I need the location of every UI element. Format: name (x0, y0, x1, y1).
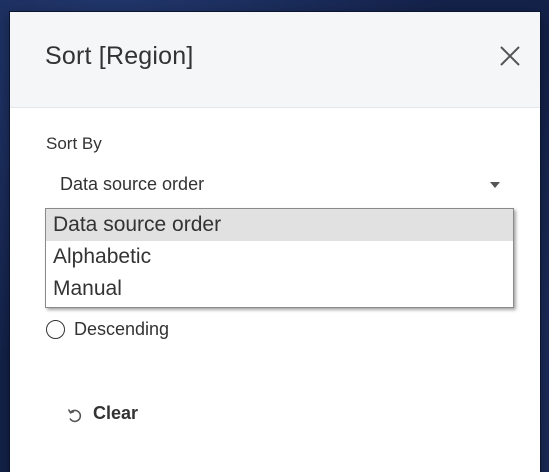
dialog-header: Sort [Region] (10, 12, 540, 108)
clear-label: Clear (93, 403, 139, 423)
caret-down-icon (490, 182, 500, 188)
option-alphabetic[interactable]: Alphabetic (46, 241, 513, 273)
sort-by-dropdown[interactable]: Data source order (46, 168, 512, 200)
option-manual[interactable]: Manual (46, 273, 513, 305)
sort-dialog: Sort [Region] Sort By Data source order … (10, 12, 540, 472)
option-data-source-order[interactable]: Data source order (46, 209, 513, 241)
sort-by-label: Sort By (46, 134, 102, 153)
descending-label: Descending (74, 319, 170, 339)
undo-icon (67, 409, 82, 423)
sort-by-selected-value: Data source order (60, 174, 205, 194)
sort-by-options-list: Data source order Alphabetic Manual (45, 208, 514, 308)
descending-radio[interactable] (46, 320, 65, 339)
close-icon[interactable] (496, 42, 524, 70)
dialog-title: Sort [Region] (45, 42, 194, 70)
